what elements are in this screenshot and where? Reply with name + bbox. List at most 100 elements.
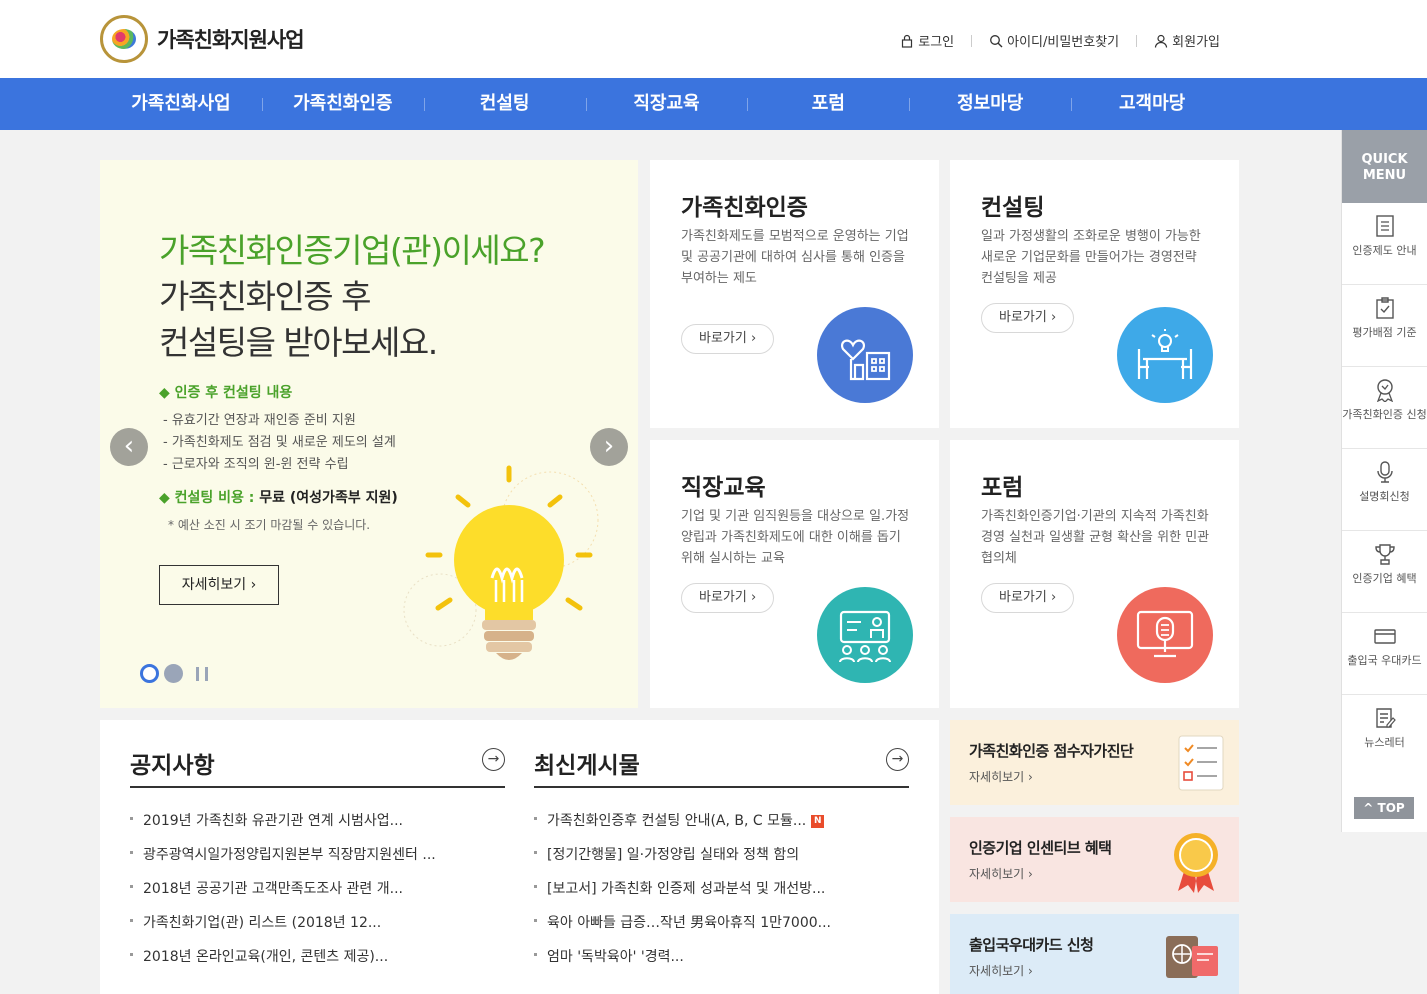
- banner-link[interactable]: 자세히보기 ›: [969, 865, 1033, 882]
- util-divider: [1136, 34, 1138, 47]
- hero-title-line3: 컨설팅을 받아보세요.: [159, 323, 438, 362]
- latest-item-text: 가족친화인증후 컨설팅 안내(A, B, C 모듈...: [547, 813, 807, 829]
- clipboard-check-icon: [1375, 297, 1394, 319]
- microphone-screen-icon: [1117, 587, 1213, 683]
- quick-item-apply[interactable]: 가족친화인증 신청: [1342, 367, 1427, 449]
- scroll-top-button[interactable]: ^ TOP: [1354, 797, 1414, 819]
- hero-more-button[interactable]: 자세히보기 ›: [159, 565, 279, 605]
- latest-item[interactable]: [보고서] 가족친화 인증제 성과분석 및 개선방...: [534, 878, 909, 912]
- hero-cost-value: 무료 (여성가족부 지원): [259, 490, 398, 506]
- slide-dot-active[interactable]: [140, 664, 159, 683]
- quick-item-label: 뉴스레터: [1364, 736, 1405, 749]
- building-heart-icon: [817, 307, 913, 403]
- latest-title: 최신게시물: [534, 753, 640, 779]
- latest-list: 가족친화인증후 컨설팅 안내(A, B, C 모듈... N [정기간행물] 일·…: [534, 810, 909, 980]
- join-link[interactable]: 회원가입: [1154, 31, 1220, 50]
- nav-item-family-business[interactable]: 가족친화사업: [100, 78, 262, 130]
- passport-icon: [1166, 936, 1218, 978]
- hero-cost-label: ◆ 컨설팅 비용 :: [159, 490, 255, 506]
- utility-menu: 로그인 아이디/비밀번호찾기 회원가입: [900, 31, 1220, 50]
- latest-item[interactable]: 육아 아빠들 급증…작년 男육아휴직 1만7000...: [534, 912, 909, 946]
- nav-item-education[interactable]: 직장교육: [585, 78, 748, 130]
- latest-item[interactable]: [정기간행물] 일·가정양립 실태와 정책 함의: [534, 844, 909, 878]
- latest-item[interactable]: 가족친화인증후 컨설팅 안내(A, B, C 모듈... N: [534, 810, 909, 844]
- quick-item-label: 평가배점 기준: [1352, 326, 1417, 339]
- quick-item-seminar[interactable]: 설명회신청: [1342, 449, 1427, 531]
- pause-icon[interactable]: [196, 666, 208, 681]
- card-title: 컨설팅: [981, 195, 1045, 221]
- site-logo[interactable]: 가족친화지원사업: [100, 15, 305, 63]
- hero-list-item: - 유효기간 연장과 재인증 준비 지원: [163, 413, 356, 428]
- quick-item-cert-guide[interactable]: 인증제도 안내: [1342, 203, 1427, 285]
- latest-more-arrow-icon[interactable]: →: [886, 748, 909, 771]
- banner-link[interactable]: 자세히보기 ›: [969, 768, 1033, 785]
- nav-item-certification[interactable]: 가족친화인증: [261, 78, 424, 130]
- hero-slider: 가족친화인증기업(관)이세요? 가족친화인증 후 컨설팅을 받아보세요. ◆ 인…: [100, 160, 638, 708]
- quick-item-scoring[interactable]: 평가배점 기준: [1342, 285, 1427, 367]
- quick-item-label: 설명회신청: [1359, 490, 1410, 503]
- site-header: 가족친화지원사업 로그인 아이디/비밀번호찾기 회원가입: [0, 0, 1427, 78]
- card-title: 직장교육: [681, 475, 766, 501]
- chevron-up-icon: ^: [1363, 801, 1378, 815]
- top-label: TOP: [1377, 801, 1405, 815]
- document-icon: [1375, 215, 1394, 237]
- find-account-link[interactable]: 아이디/비밀번호찾기: [989, 31, 1119, 50]
- quick-item-newsletter[interactable]: 뉴스레터: [1342, 695, 1427, 777]
- latest-item[interactable]: 엄마 '독박육아' '경력...: [534, 946, 909, 980]
- slide-pager: [140, 664, 208, 683]
- nav-item-info[interactable]: 정보마당: [909, 78, 1071, 130]
- quick-item-benefits[interactable]: 인증기업 혜택: [1342, 531, 1427, 613]
- banner-immigration-card[interactable]: 출입국우대카드 신청 자세히보기 ›: [950, 914, 1239, 994]
- card-certification: 가족친화인증 가족친화제도를 모범적으로 운영하는 기업 및 공공기관에 대하여…: [650, 160, 939, 428]
- card-go-button[interactable]: 바로가기 ›: [681, 583, 775, 613]
- card-go-button[interactable]: 바로가기 ›: [981, 583, 1075, 613]
- hero-list-item: - 근로자와 조직의 윈-윈 전략 수립: [163, 457, 349, 472]
- banner-title: 가족친화인증 점수자가진단: [969, 742, 1134, 760]
- quick-menu: QUICK MENU 인증제도 안내 평가배점 기준 가족친화인증 신청 설명회…: [1341, 130, 1427, 832]
- notice-item[interactable]: 2018년 공공기관 고객만족도조사 관련 개...: [130, 878, 505, 912]
- banner-self-diagnosis[interactable]: 가족친화인증 점수자가진단 자세히보기 ›: [950, 720, 1239, 805]
- newsletter-icon: [1375, 708, 1396, 728]
- banner-link[interactable]: 자세히보기 ›: [969, 962, 1033, 979]
- medal-icon: [1174, 833, 1218, 893]
- hero-item-list: - 유효기간 연장과 재인증 준비 지원 - 가족친화제도 점검 및 새로운 제…: [163, 410, 396, 476]
- card-title: 포럼: [981, 475, 1024, 501]
- card-forum: 포럼 가족친화인증기업·기관의 지속적 가족친화경영 실천과 일생활 균형 확산…: [950, 440, 1239, 708]
- card-title: 가족친화인증: [681, 195, 808, 221]
- login-label: 로그인: [918, 35, 955, 50]
- latest-divider: [534, 786, 909, 788]
- card-description: 기업 및 기관 임직원등을 대상으로 일.가정양립과 가족친화제도에 대한 이해…: [681, 509, 910, 566]
- classroom-icon: [817, 587, 913, 683]
- nav-item-consulting[interactable]: 컨설팅: [423, 78, 586, 130]
- slide-next-button[interactable]: ›: [590, 428, 628, 466]
- microphone-icon: [1376, 461, 1393, 483]
- nav-item-forum[interactable]: 포럼: [747, 78, 909, 130]
- card-go-button[interactable]: 바로가기 ›: [981, 303, 1075, 333]
- notice-list: 2019년 가족친화 유관기관 연계 시범사업... 광주광역시일가정양립지원본…: [130, 810, 505, 980]
- slide-prev-button[interactable]: ‹: [110, 428, 148, 466]
- new-badge: N: [811, 815, 825, 828]
- quick-item-label: 출입국 우대카드: [1347, 654, 1422, 667]
- checklist-icon: [1178, 735, 1224, 791]
- nav-item-customer[interactable]: 고객마당: [1071, 78, 1233, 130]
- notice-item[interactable]: 2019년 가족친화 유관기관 연계 시범사업...: [130, 810, 505, 844]
- logo-emblem-icon: [100, 15, 148, 63]
- banner-incentive[interactable]: 인증기업 인센티브 혜택 자세히보기 ›: [950, 817, 1239, 902]
- slide-dot[interactable]: [164, 664, 183, 683]
- notice-item[interactable]: 가족친화기업(관) 리스트 (2018년 12...: [130, 912, 505, 946]
- card-consulting: 컨설팅 일과 가정생활의 조화로운 병행이 가능한 새로운 기업문화를 만들어가…: [950, 160, 1239, 428]
- lock-icon: [902, 34, 913, 48]
- join-label: 회원가입: [1172, 35, 1220, 50]
- card-description: 가족친화제도를 모범적으로 운영하는 기업 및 공공기관에 대하여 심사를 통해…: [681, 229, 909, 286]
- notice-item[interactable]: 광주광역시일가정양립지원본부 직장맘지원센터 ...: [130, 844, 505, 878]
- notice-item[interactable]: 2018년 온라인교육(개인, 콘텐츠 제공)...: [130, 946, 505, 980]
- quick-item-label: 인증기업 혜택: [1352, 572, 1417, 585]
- hero-title-line1: 가족친화인증기업(관)이세요?: [159, 231, 546, 270]
- quick-item-label: 인증제도 안내: [1352, 244, 1417, 257]
- card-go-button[interactable]: 바로가기 ›: [681, 324, 775, 354]
- notice-more-arrow-icon[interactable]: →: [482, 748, 505, 771]
- quick-item-immigration-card[interactable]: 출입국 우대카드: [1342, 613, 1427, 695]
- find-account-label: 아이디/비밀번호찾기: [1007, 35, 1120, 50]
- hero-list-item: - 가족친화제도 점검 및 새로운 제도의 설계: [163, 435, 396, 450]
- login-link[interactable]: 로그인: [900, 31, 954, 50]
